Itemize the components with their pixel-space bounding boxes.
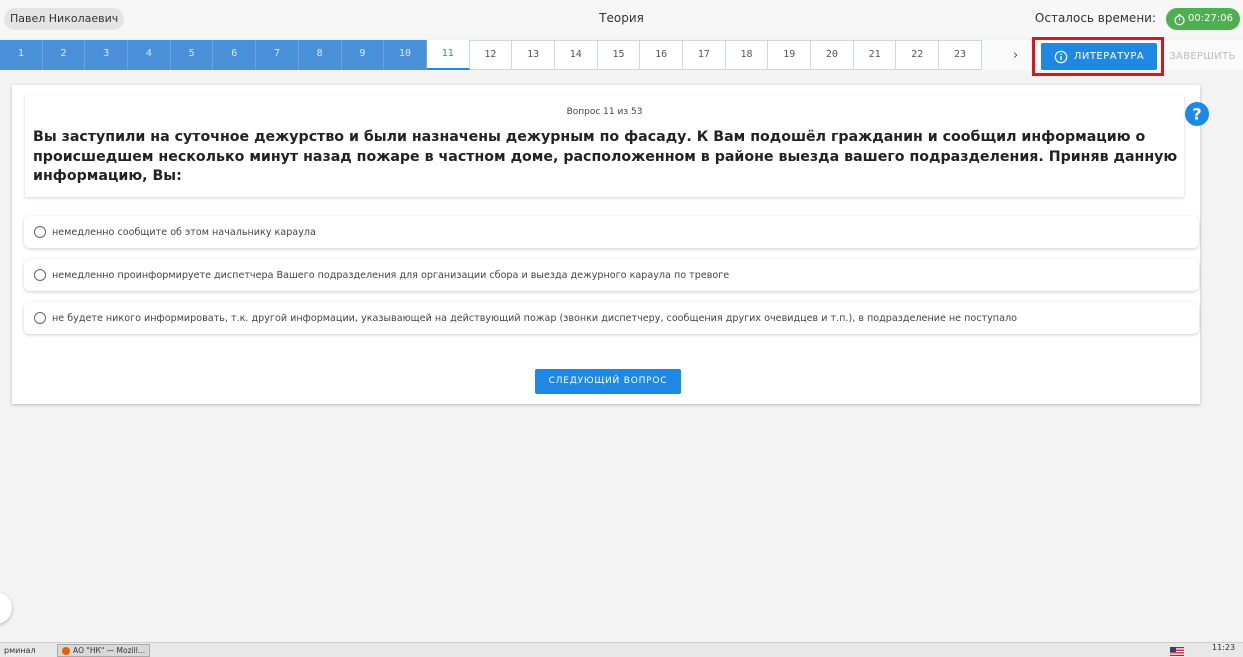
question-number-16[interactable]: 16 — [640, 40, 683, 70]
question-card: Вопрос 11 из 53 Вы заступили на суточное… — [12, 85, 1209, 404]
question-number-8[interactable]: 8 — [298, 40, 342, 70]
question-number-9[interactable]: 9 — [341, 40, 385, 70]
top-bar: Павел Николаевич Теория Осталось времени… — [0, 0, 1243, 38]
side-panel-toggle[interactable] — [0, 592, 12, 624]
literature-label: ЛИТЕРАТУРА — [1073, 51, 1145, 62]
question-number-20[interactable]: 20 — [811, 40, 854, 70]
question-number-12[interactable]: 12 — [469, 40, 513, 70]
question-number-19[interactable]: 19 — [768, 40, 812, 70]
question-text: Вы заступили на суточное дежурство и был… — [33, 129, 1178, 184]
question-number-14[interactable]: 14 — [554, 40, 598, 70]
os-taskbar: рминал АО "НК" — Mozill… 11:23 — [0, 642, 1243, 657]
question-number-22[interactable]: 22 — [896, 40, 940, 70]
timer-value: 00:27:06 — [1188, 13, 1233, 24]
question-number-21[interactable]: 21 — [853, 40, 897, 70]
radio-button[interactable] — [34, 269, 46, 281]
answer-option-3[interactable]: не будете никого информировать, т.к. дру… — [24, 302, 1199, 334]
question-number-6[interactable]: 6 — [213, 40, 257, 70]
question-number-4[interactable]: 4 — [128, 40, 171, 70]
literature-button[interactable]: ЛИТЕРАТУРА — [1041, 43, 1157, 70]
question-number-list: 1 2 3 4 5 6 7 8 9 10 11 12 13 14 15 16 17 18 19 20 21 22 23 — [0, 40, 982, 70]
stopwatch-icon — [1174, 13, 1185, 25]
question-number-3[interactable]: 3 — [85, 40, 129, 70]
svg-text:?: ? — [1192, 105, 1201, 124]
keyboard-layout-flag-icon[interactable] — [1170, 647, 1184, 656]
next-question-button[interactable]: СЛЕДУЮЩИЙ ВОПРОС — [535, 369, 681, 394]
finish-button[interactable]: ЗАВЕРШИТЬ — [1166, 44, 1239, 70]
question-number-7[interactable]: 7 — [256, 40, 299, 70]
firefox-icon — [62, 646, 70, 655]
question-number-15[interactable]: 15 — [597, 40, 641, 70]
question-header: Вопрос 11 из 53 Вы заступили на суточное… — [25, 95, 1209, 197]
time-left-label: Осталось времени: — [1034, 11, 1156, 25]
taskbar-browser-window[interactable]: АО "НК" — Mozill… — [57, 644, 150, 657]
question-number-23[interactable]: 23 — [939, 40, 982, 70]
chevron-right-icon[interactable]: › — [1013, 48, 1018, 63]
answer-text: немедленно проинформируете диспетчера Ва… — [52, 269, 730, 281]
answer-text: немедленно сообщите об этом начальнику к… — [52, 226, 316, 238]
taskbar-window-title: АО "НК" — Mozill… — [73, 646, 146, 655]
question-number-18[interactable]: 18 — [725, 40, 769, 70]
taskbar-terminal[interactable]: рминал — [4, 646, 36, 655]
answer-text: не будете никого информировать, т.к. дру… — [52, 312, 1017, 324]
question-number-2[interactable]: 2 — [42, 40, 86, 70]
radio-button[interactable] — [34, 312, 46, 324]
help-icon[interactable]: ? — [1185, 102, 1209, 126]
question-number-5[interactable]: 5 — [170, 40, 214, 70]
question-number-17[interactable]: 17 — [683, 40, 726, 70]
question-number-13[interactable]: 13 — [512, 40, 555, 70]
question-number-1[interactable]: 1 — [0, 40, 43, 70]
timer-badge: 00:27:06 — [1166, 8, 1240, 30]
system-clock: 11:23 — [1212, 643, 1236, 652]
question-number-11[interactable]: 11 — [426, 40, 470, 70]
radio-button[interactable] — [34, 226, 46, 238]
info-icon — [1054, 50, 1068, 63]
question-counter: Вопрос 11 из 53 — [566, 107, 643, 117]
answer-option-1[interactable]: немедленно сообщите об этом начальнику к… — [24, 216, 1199, 248]
question-number-10[interactable]: 10 — [384, 40, 427, 70]
answer-option-2[interactable]: немедленно проинформируете диспетчера Ва… — [24, 259, 1199, 291]
